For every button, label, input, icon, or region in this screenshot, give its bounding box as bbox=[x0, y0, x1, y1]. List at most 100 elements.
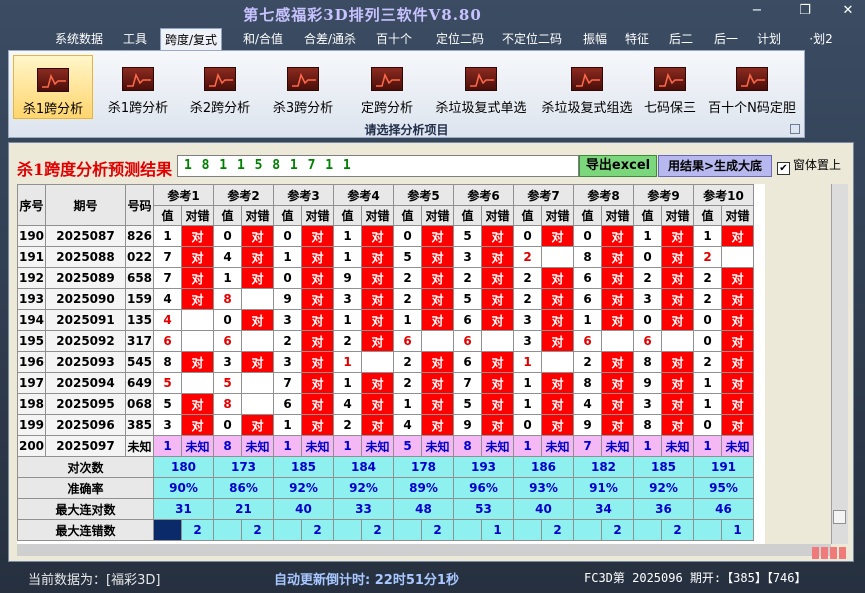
scroll-thumb[interactable] bbox=[833, 510, 846, 524]
cell-hit: 对 bbox=[541, 414, 574, 436]
vertical-scrollbar[interactable] bbox=[831, 184, 848, 544]
column-header-ref[interactable]: 参考3 bbox=[273, 184, 334, 206]
cell-value: 1 bbox=[273, 414, 302, 436]
column-header-value[interactable]: 值 bbox=[333, 205, 362, 226]
table-row[interactable]: 198 2025095 068 5 对 8 6 对 4 对 1 对 5 对 1 对 4 对 3 对 1 对 bbox=[17, 393, 754, 415]
table-row[interactable]: 197 2025094 649 5 5 7 对 1 对 2 对 7 对 1 对 8 对 9 对 1 对 bbox=[17, 372, 754, 394]
menu-item[interactable]: 特征 bbox=[618, 28, 656, 50]
column-header-hit[interactable]: 对错 bbox=[661, 205, 694, 226]
ribbon-button[interactable]: 杀垃圾复式组选 bbox=[537, 55, 637, 119]
stats-value: 86% bbox=[213, 477, 274, 499]
dialog-launcher-icon[interactable] bbox=[790, 124, 800, 134]
column-header-ref[interactable]: 参考8 bbox=[573, 184, 634, 206]
column-header-hit[interactable]: 对错 bbox=[361, 205, 394, 226]
column-header-value[interactable]: 值 bbox=[153, 205, 182, 226]
ribbon-button[interactable]: 杀1跨分析 bbox=[99, 55, 177, 119]
column-header-value[interactable]: 值 bbox=[633, 205, 662, 226]
column-header-ref[interactable]: 参考4 bbox=[333, 184, 394, 206]
cell-hit: 对 bbox=[421, 414, 454, 436]
column-header-value[interactable]: 值 bbox=[393, 205, 422, 226]
column-header-value[interactable]: 值 bbox=[513, 205, 542, 226]
checkbox-check-icon[interactable]: ✔ bbox=[777, 162, 790, 175]
cell-value: 4 bbox=[573, 393, 602, 415]
ribbon-button[interactable]: 杀2跨分析 bbox=[181, 55, 259, 119]
column-header-ref[interactable]: 参考7 bbox=[513, 184, 574, 206]
stats-value: 34 bbox=[573, 498, 634, 520]
table-row-prediction[interactable]: 200 2025097 未知 1 未知 8 未知 1 未知 1 未知 5 未知 8 未知 1 未知 7 未知 1 未知 1… bbox=[17, 435, 754, 457]
column-header-ref[interactable]: 参考9 bbox=[633, 184, 694, 206]
column-header-value[interactable]: 值 bbox=[573, 205, 602, 226]
table-row[interactable]: 199 2025096 385 3 对 0 对 1 对 2 对 4 对 9 对 0 对 9 对 8 对 0 对 bbox=[17, 414, 754, 436]
ribbon-button[interactable]: 七码保三 bbox=[639, 55, 701, 119]
cell-value: 6 bbox=[573, 330, 602, 352]
export-excel-button[interactable]: 导出excel bbox=[579, 155, 657, 177]
column-header-ref[interactable]: 参考6 bbox=[453, 184, 514, 206]
cell-hit: 对 bbox=[541, 330, 574, 352]
generate-base-button[interactable]: 用结果>生成大底 bbox=[658, 155, 772, 177]
column-header-hit[interactable]: 对错 bbox=[421, 205, 454, 226]
column-header-hit[interactable]: 对错 bbox=[601, 205, 634, 226]
column-header-ref[interactable]: 参考10 bbox=[693, 184, 754, 206]
menu-item[interactable]: 百十个 bbox=[372, 28, 416, 50]
menu-item[interactable]: 后一 bbox=[708, 28, 744, 50]
close-icon[interactable]: ✕ bbox=[833, 2, 863, 20]
menu-item[interactable]: 定位二码 bbox=[428, 28, 492, 50]
horizontal-scrollbar[interactable] bbox=[17, 544, 831, 556]
table-row[interactable]: 191 2025088 022 7 对 4 对 1 对 1 对 5 对 3 对 2 8 对 0 对 2 bbox=[17, 246, 754, 268]
menu-item[interactable]: 合差/通杀 bbox=[298, 28, 362, 50]
table-row[interactable]: 195 2025092 317 6 6 2 对 2 对 6 6 3 对 6 6 0 对 bbox=[17, 330, 754, 352]
cell-value: 1 bbox=[333, 372, 362, 394]
menu-item[interactable]: 工具 bbox=[120, 28, 150, 50]
ribbon-button[interactable]: 定跨分析 bbox=[349, 55, 425, 119]
menu-item[interactable]: 振幅 bbox=[576, 28, 614, 50]
column-header-hit[interactable]: 对错 bbox=[721, 205, 754, 226]
column-header-ref[interactable]: 参考1 bbox=[153, 184, 214, 206]
cell-hit bbox=[181, 309, 214, 331]
column-header-hit[interactable]: 对错 bbox=[541, 205, 574, 226]
column-header-hit[interactable]: 对错 bbox=[301, 205, 334, 226]
menu-item[interactable]: 计划 bbox=[752, 28, 786, 50]
ribbon-button[interactable]: 百十个N码定胆 bbox=[705, 55, 799, 119]
cell-period: 2025093 bbox=[45, 351, 126, 373]
ribbon-button[interactable]: 杀1跨分析 bbox=[13, 55, 93, 119]
window-ontop-checkbox[interactable]: ✔ 窗体置上 bbox=[777, 156, 841, 175]
column-header-value[interactable]: 值 bbox=[273, 205, 302, 226]
cell-index: 197 bbox=[17, 372, 46, 394]
menu-item[interactable]: 和/合值 bbox=[238, 28, 288, 50]
column-header-period[interactable]: 期号 bbox=[45, 184, 126, 226]
menu-item[interactable]: ·划2 bbox=[806, 28, 836, 50]
column-header-value[interactable]: 值 bbox=[693, 205, 722, 226]
column-header-hit[interactable]: 对错 bbox=[481, 205, 514, 226]
menu-item[interactable]: 后二 bbox=[662, 28, 700, 50]
ribbon-button[interactable]: 杀垃圾复式单选 bbox=[429, 55, 533, 119]
analysis-panel: 杀1跨度分析预测结果 1 8 1 1 5 8 1 7 1 1 导出excel 用… bbox=[8, 142, 854, 562]
table-row[interactable]: 190 2025087 826 1 对 0 对 0 对 1 对 0 对 5 对 0 对 0 对 1 对 1 对 bbox=[17, 225, 754, 247]
menu-item[interactable]: 系统数据 bbox=[52, 28, 106, 50]
column-header-hit[interactable]: 对错 bbox=[181, 205, 214, 226]
column-header-index[interactable]: 序号 bbox=[17, 184, 46, 226]
ribbon-button[interactable]: 杀3跨分析 bbox=[263, 55, 343, 119]
column-header-value[interactable]: 值 bbox=[213, 205, 242, 226]
cell-value: 1 bbox=[333, 351, 362, 373]
result-value-field[interactable]: 1 8 1 1 5 8 1 7 1 1 bbox=[177, 155, 579, 177]
column-header-hit[interactable]: 对错 bbox=[241, 205, 274, 226]
table-row[interactable]: 196 2025093 545 8 对 3 对 3 对 1 2 对 6 对 1 2 对 8 对 2 对 bbox=[17, 351, 754, 373]
menu-item[interactable]: 跨度/复式 bbox=[160, 28, 222, 50]
table-row[interactable]: 192 2025089 658 7 对 1 对 0 对 9 对 2 对 2 对 2 对 6 对 2 对 2 对 bbox=[17, 267, 754, 289]
table-row[interactable]: 194 2025091 135 4 0 对 3 对 1 对 1 对 6 对 3 对 1 对 0 对 0 对 bbox=[17, 309, 754, 331]
column-header-value[interactable]: 值 bbox=[453, 205, 482, 226]
cell-hit: 对 bbox=[481, 267, 514, 289]
table-row[interactable]: 193 2025090 159 4 对 8 9 对 3 对 2 对 5 对 2 对 6 对 3 对 2 对 bbox=[17, 288, 754, 310]
column-header-ref[interactable]: 参考5 bbox=[393, 184, 454, 206]
cell-number: 022 bbox=[125, 246, 154, 268]
minimize-icon[interactable]: − bbox=[742, 2, 772, 20]
cell-value: 2 bbox=[693, 288, 722, 310]
restore-icon[interactable]: ❐ bbox=[790, 2, 820, 20]
menu-item[interactable]: 不定位二码 bbox=[496, 28, 568, 50]
cell-value: 2 bbox=[393, 267, 422, 289]
cell-value: 0 bbox=[513, 225, 542, 247]
cell-period: 2025087 bbox=[45, 225, 126, 247]
column-header-number[interactable]: 号码 bbox=[125, 184, 154, 226]
column-header-ref[interactable]: 参考2 bbox=[213, 184, 274, 206]
cell-hit bbox=[181, 330, 214, 352]
